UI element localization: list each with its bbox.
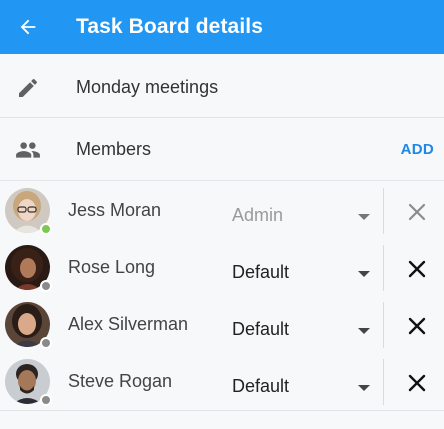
member-row: Jess Moran Admin xyxy=(0,183,444,240)
divider xyxy=(383,359,384,405)
board-name: Monday meetings xyxy=(76,77,219,97)
status-offline-indicator xyxy=(40,337,52,349)
board-name-row[interactable]: Monday meetings xyxy=(0,58,444,118)
member-name: Steve Rogan xyxy=(68,371,173,391)
status-offline-indicator xyxy=(40,280,52,292)
remove-member-button[interactable] xyxy=(402,311,432,341)
caret-down-icon xyxy=(358,385,370,391)
role-value: Default xyxy=(232,262,290,282)
member-name: Rose Long xyxy=(68,257,156,277)
role-select[interactable]: Default xyxy=(232,372,372,400)
member-row: Rose Long Default xyxy=(0,240,444,297)
member-name: Jess Moran xyxy=(68,200,162,220)
role-select: Admin xyxy=(232,201,372,229)
members-header: Members ADD xyxy=(0,119,444,181)
role-value: Admin xyxy=(232,205,284,225)
app-bar: Task Board details xyxy=(0,0,444,54)
divider xyxy=(383,188,384,234)
members-label: Members xyxy=(76,139,152,159)
close-icon xyxy=(408,374,426,392)
remove-member-button xyxy=(402,197,432,227)
divider xyxy=(383,245,384,291)
caret-down-icon xyxy=(358,328,370,334)
avatar xyxy=(5,188,52,235)
remove-member-button[interactable] xyxy=(402,368,432,398)
close-icon xyxy=(408,260,426,278)
member-name: Alex Silverman xyxy=(68,314,189,334)
avatar xyxy=(5,359,52,406)
role-select[interactable]: Default xyxy=(232,258,372,286)
role-value: Default xyxy=(232,319,290,339)
avatar xyxy=(5,302,52,349)
status-online-indicator xyxy=(40,223,52,235)
back-button[interactable] xyxy=(0,0,56,54)
role-select[interactable]: Default xyxy=(232,315,372,343)
remove-member-button[interactable] xyxy=(402,254,432,284)
divider xyxy=(0,410,444,411)
status-offline-indicator xyxy=(40,394,52,406)
pencil-icon xyxy=(14,74,42,102)
group-icon xyxy=(14,136,42,164)
caret-down-icon xyxy=(358,214,370,220)
role-value: Default xyxy=(232,376,290,396)
member-row: Steve Rogan Default xyxy=(0,354,444,411)
add-member-button[interactable]: ADD xyxy=(401,141,434,158)
member-row: Alex Silverman Default xyxy=(0,297,444,354)
divider xyxy=(383,302,384,348)
avatar xyxy=(5,245,52,292)
page-title: Task Board details xyxy=(76,15,263,38)
caret-down-icon xyxy=(358,271,370,277)
close-icon xyxy=(408,317,426,335)
close-icon xyxy=(408,203,426,221)
arrow-left-icon xyxy=(20,19,36,35)
